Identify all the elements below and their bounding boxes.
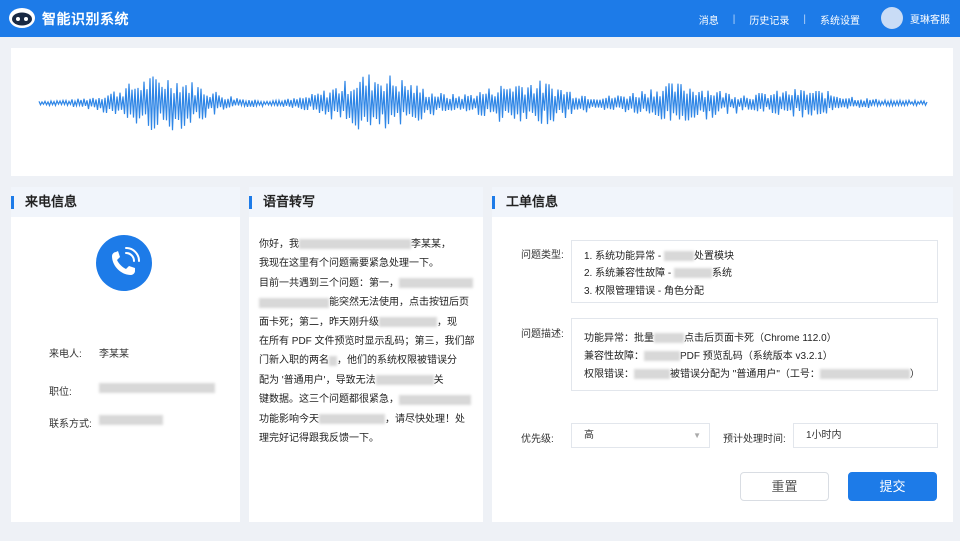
panel-title: 工单信息 [506, 194, 559, 209]
issue-desc-item: 兼容性故障： PDF 预览乱码（系统版本 v3.2.1） [584, 351, 833, 362]
redacted-text [654, 333, 684, 344]
issue-type-item: 3. 权限管理错误 - 角色分配 [584, 286, 705, 297]
transcript-line: 键数据。这三个问题都很紧急， [259, 390, 477, 409]
chevron-down-icon: ▼ [693, 431, 701, 440]
caller-position-label: 职位: [49, 387, 72, 398]
transcript-text: 你好，我 李某某， 我现在这里有个问题需要紧急处理一下。目前一共遇到三个问题：第一，… [259, 235, 477, 448]
submit-button[interactable]: 提交 [848, 472, 937, 501]
caller-name-value: 李某某 [99, 349, 129, 360]
redacted-text [259, 297, 329, 308]
issue-desc-item: 功能异常：批量 点击后页面卡死（Chrome 112.0） [584, 333, 837, 344]
user-name[interactable]: 夏琳客服 [910, 11, 950, 26]
ticket-info-panel: 工单信息 问题类型: 1. 系统功能异常 - 处置模块 2. 系统兼容性故障 - … [492, 187, 953, 522]
priority-select[interactable]: 高 ▼ [571, 423, 710, 448]
user-menu[interactable]: 夏琳客服 [881, 7, 950, 29]
redacted-text [674, 268, 713, 279]
redacted-text [399, 278, 473, 289]
reset-button[interactable]: 重置 [740, 472, 829, 501]
issue-type-field[interactable]: 1. 系统功能异常 - 处置模块 2. 系统兼容性故障 - 系统 3. 权限管理错误… [571, 240, 938, 303]
caller-name-row: 来电人: 李某某 [49, 345, 129, 360]
issue-type-item: 2. 系统兼容性故障 - 系统 [584, 268, 733, 279]
caller-contact-value [99, 415, 163, 426]
redacted-text [634, 369, 670, 380]
panel-header: 来电信息 [11, 187, 240, 217]
top-bar: 智能识别系统 消息 | 历史记录 | 系统设置 夏琳客服 [0, 0, 960, 37]
transcript-line: 门新入职的两名 ，他们的系统权限被错误分 [259, 355, 457, 367]
issue-type-label: 问题类型: [521, 250, 564, 261]
eta-label: 预计处理时间: [723, 434, 786, 445]
transcript-line: 能突然无法使用，点击按钮后页 [259, 293, 477, 312]
issue-desc-field[interactable]: 功能异常：批量 点击后页面卡死（Chrome 112.0） 兼容性故障： PDF 预览… [571, 318, 938, 391]
eta-input[interactable]: 1小时内 [793, 423, 938, 448]
redacted-text [319, 414, 385, 425]
redacted-text [644, 351, 680, 362]
caller-info-panel: 来电信息 来电人: 李某某 职位: 联系方式: [11, 187, 240, 522]
redacted-text [664, 251, 695, 262]
panel-title: 来电信息 [25, 194, 78, 209]
transcript-line: 我现在这里有个问题需要紧急处理一下。 [259, 258, 439, 270]
caller-position-value [99, 383, 215, 394]
transcript-panel: 语音转写 你好，我 李某某， 我现在这里有个问题需要紧急处理一下。目前一共遇到三个问… [249, 187, 483, 522]
transcript-line: 你好，我 李某某， [259, 239, 451, 250]
priority-value: 高 [584, 430, 594, 441]
nav-messages[interactable]: 消息 [699, 12, 719, 27]
robot-logo-icon [8, 6, 36, 30]
transcript-line: 功能影响今天 ，请尽快处理！处 [259, 413, 465, 425]
transcript-line: 配为 '普通用户'，导致无法关 [259, 374, 444, 386]
nav-settings[interactable]: 系统设置 [820, 12, 860, 27]
caller-position-row: 职位: [49, 383, 215, 398]
issue-desc-item: 权限错误： 被错误分配为 "普通用户"（工号：） [584, 369, 920, 380]
app-title: 智能识别系统 [42, 11, 129, 27]
issue-desc-label: 问题描述: [521, 329, 564, 340]
caller-name-label: 来电人: [49, 349, 82, 360]
redacted-text [299, 239, 411, 250]
redacted-text [375, 375, 434, 386]
caller-contact-row: 联系方式: [49, 415, 163, 430]
redacted-text [379, 316, 437, 327]
transcript-line: 理完好记得跟我反馈一下。 [259, 433, 379, 445]
redacted-text [399, 394, 471, 405]
redacted-text [329, 355, 337, 366]
nav-divider: | [803, 14, 806, 25]
audio-waveform [38, 74, 928, 131]
avatar[interactable] [881, 7, 903, 29]
panel-title: 语音转写 [263, 194, 316, 209]
waveform-card [11, 48, 953, 176]
redacted-text [819, 369, 910, 380]
caller-contact-label: 联系方式: [49, 419, 92, 430]
priority-label: 优先级: [521, 434, 554, 445]
transcript-line: 在所有 PDF 文件预览时显示乱码；第三，我们部 [259, 336, 475, 348]
panel-header: 语音转写 [249, 187, 483, 217]
panel-header: 工单信息 [492, 187, 953, 217]
nav-history[interactable]: 历史记录 [749, 12, 789, 27]
transcript-line: 面卡死；第二，昨天刚升级 ，现 [259, 316, 457, 328]
eta-value: 1小时内 [806, 430, 842, 441]
top-nav: 消息 | 历史记录 | 系统设置 [699, 12, 860, 27]
issue-type-item: 1. 系统功能异常 - 处置模块 [584, 251, 735, 262]
phone-call-icon [96, 235, 152, 291]
transcript-line: 目前一共遇到三个问题：第一， [259, 274, 477, 293]
nav-divider: | [732, 14, 736, 25]
